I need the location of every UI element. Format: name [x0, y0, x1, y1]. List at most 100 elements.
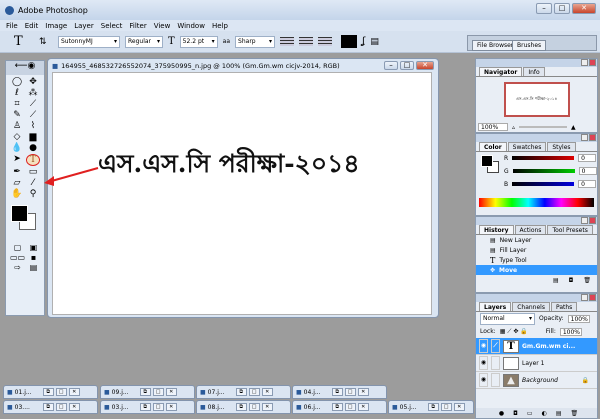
navigator-thumbnail[interactable]: এস.এস.সি পরীক্ষা-২০১৪ — [503, 82, 570, 117]
eye-icon[interactable]: ◉ — [479, 356, 488, 370]
jump-to-imageready-icon[interactable]: ⇨ — [10, 263, 25, 272]
eye-icon[interactable]: ◉ — [479, 373, 488, 387]
slider-r[interactable] — [512, 156, 575, 160]
maximize-button[interactable]: □ — [152, 403, 164, 411]
zoom-tool-icon[interactable]: ⚲ — [26, 189, 40, 199]
move-tool-icon[interactable]: ✥ — [26, 77, 40, 87]
opacity-field[interactable]: 100% — [567, 314, 590, 323]
new-document-icon[interactable]: ▤ — [553, 277, 559, 284]
layer-name[interactable]: Gm.Gm.wm ci... — [522, 343, 575, 350]
slice-tool-icon[interactable]: ⟋ — [26, 99, 40, 109]
zoom-out-icon[interactable]: ▵ — [512, 124, 515, 131]
canvas-text-layer[interactable]: এস.এস.সি পরীক্ষা-২০১৪ — [98, 144, 360, 187]
trash-icon[interactable]: 🗑 — [583, 277, 591, 284]
panel-minimize-button[interactable] — [581, 294, 588, 301]
blur-tool-icon[interactable]: 💧 — [10, 143, 24, 153]
pen-tool-icon[interactable]: ✒ — [10, 167, 24, 177]
close-button[interactable]: ✕ — [68, 403, 80, 411]
minimized-doc[interactable]: ■ 05.j... ⧉ □ ✕ — [388, 400, 474, 414]
lock-icons[interactable]: ▦ ⟋ ✥ 🔒 — [500, 328, 528, 336]
new-layer-icon[interactable]: ▤ — [556, 410, 562, 417]
eraser-tool-icon[interactable]: ◇ — [10, 132, 24, 142]
align-right-icon[interactable] — [318, 37, 333, 46]
minimized-doc[interactable]: ■ 03.... ⧉ □ ✕ — [3, 400, 98, 414]
history-brush-icon[interactable]: ⌇ — [26, 121, 40, 131]
panel-close-button[interactable] — [589, 134, 596, 141]
type-tool-icon[interactable]: T — [26, 154, 40, 166]
healing-brush-icon[interactable]: ✎ — [10, 110, 24, 120]
path-select-icon[interactable]: ➤ — [10, 154, 24, 166]
text-color-swatch[interactable] — [341, 35, 358, 48]
warp-text-icon[interactable]: ʆ — [362, 36, 365, 47]
font-style-select[interactable]: Regular — [125, 35, 163, 48]
close-button[interactable]: ✕ — [165, 403, 177, 411]
dodge-tool-icon[interactable]: ● — [26, 143, 40, 153]
tab-history[interactable]: History — [479, 225, 514, 234]
eye-icon[interactable]: ◉ — [479, 339, 488, 353]
close-button[interactable]: ✕ — [68, 388, 80, 396]
maximize-button[interactable]: □ — [248, 388, 260, 396]
doc-close-button[interactable]: ✕ — [416, 61, 434, 70]
restore-button[interactable]: ⧉ — [235, 388, 247, 396]
doc-minimize-button[interactable]: – — [384, 61, 398, 70]
close-button[interactable]: ✕ — [357, 403, 369, 411]
history-item[interactable]: T Type Tool — [476, 255, 597, 265]
tab-channels[interactable]: Channels — [512, 302, 550, 311]
tab-navigator[interactable]: Navigator — [479, 67, 523, 76]
zoom-slider[interactable] — [519, 126, 568, 128]
imageready-icon[interactable]: ▤ — [27, 263, 40, 272]
slider-g[interactable] — [512, 169, 575, 173]
panel-close-button[interactable] — [589, 294, 596, 301]
menu-layer[interactable]: Layer — [74, 22, 94, 30]
quick-mask-icon[interactable]: ▣ — [27, 243, 40, 252]
well-tab-brushes[interactable]: Brushes — [512, 40, 547, 51]
menu-window[interactable]: Window — [177, 22, 205, 30]
close-button[interactable]: ✕ — [357, 388, 369, 396]
zoom-in-icon[interactable]: ▲ — [571, 124, 576, 131]
restore-button[interactable]: ⧉ — [42, 403, 54, 411]
minimized-doc[interactable]: ■ 01.j... ⧉ □ ✕ — [3, 385, 98, 399]
restore-button[interactable]: ⧉ — [331, 403, 343, 411]
history-item[interactable]: ▤ Fill Layer — [476, 245, 597, 255]
panel-close-button[interactable] — [589, 59, 596, 66]
restore-button[interactable]: ⧉ — [427, 403, 439, 411]
menu-image[interactable]: Image — [45, 22, 67, 30]
minimized-doc[interactable]: ■ 07.j... ⧉ □ ✕ — [196, 385, 291, 399]
text-orientation-icon[interactable]: ⇅ — [39, 37, 53, 47]
trash-icon[interactable]: 🗑 — [570, 410, 578, 417]
restore-button[interactable]: ⧉ — [139, 388, 151, 396]
menu-edit[interactable]: Edit — [25, 22, 39, 30]
value-r[interactable]: 0 — [578, 154, 597, 162]
layer-style-icon[interactable]: ● — [499, 410, 504, 417]
minimized-doc[interactable]: ■ 09.j... ⧉ □ ✕ — [100, 385, 195, 399]
maximize-button[interactable]: □ — [344, 388, 356, 396]
history-item-selected[interactable]: ✥ Move — [476, 265, 597, 275]
slider-b[interactable] — [512, 182, 575, 186]
shape-tool-icon[interactable]: ▭ — [26, 167, 40, 177]
menu-filter[interactable]: Filter — [129, 22, 146, 30]
tab-color[interactable]: Color — [479, 142, 507, 151]
panel-minimize-button[interactable] — [581, 59, 588, 66]
align-center-icon[interactable] — [299, 37, 314, 46]
close-button[interactable]: ✕ — [261, 388, 273, 396]
maximize-button[interactable]: □ — [344, 403, 356, 411]
maximize-button[interactable]: □ — [248, 403, 260, 411]
brush-link-icon[interactable]: ⟋ — [491, 339, 500, 353]
snapshot-icon[interactable]: ◘ — [569, 277, 574, 284]
color-spectrum-bar[interactable] — [479, 198, 594, 207]
tab-info[interactable]: Info — [523, 67, 545, 76]
lasso-tool-icon[interactable]: ℓ — [10, 88, 24, 98]
tab-swatches[interactable]: Swatches — [507, 142, 547, 151]
link-slot[interactable] — [491, 356, 500, 370]
align-left-icon[interactable] — [280, 37, 295, 46]
menu-select[interactable]: Select — [101, 22, 123, 30]
font-size-select[interactable]: 52.2 pt — [179, 35, 218, 48]
folder-icon[interactable]: ▭ — [527, 410, 533, 417]
tab-styles[interactable]: Styles — [547, 142, 576, 151]
brush-tool-icon[interactable]: ⟋ — [26, 110, 40, 120]
value-g[interactable]: 0 — [578, 167, 597, 175]
maximize-button[interactable]: □ — [55, 388, 67, 396]
menu-view[interactable]: View — [154, 22, 171, 30]
foreground-color[interactable] — [11, 205, 28, 222]
history-item[interactable]: ▤ New Layer — [476, 235, 597, 245]
